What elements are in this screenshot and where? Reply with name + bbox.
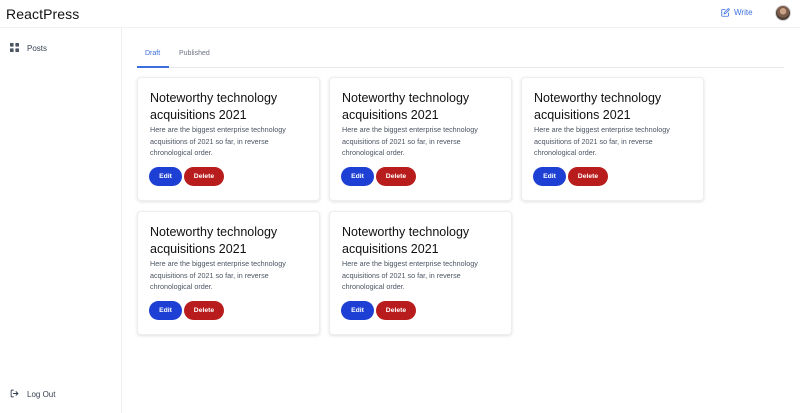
sidebar-item-label: Log Out xyxy=(27,390,56,399)
sidebar-item-label: Posts xyxy=(27,44,48,53)
delete-button[interactable]: Delete xyxy=(568,167,608,186)
delete-button[interactable]: Delete xyxy=(184,167,224,186)
sidebar-item-posts[interactable]: Posts xyxy=(10,43,47,54)
post-card: Noteworthy technology acquisitions 2021 … xyxy=(521,77,704,201)
post-description: Here are the biggest enterprise technolo… xyxy=(534,125,670,157)
tab-draft[interactable]: Draft xyxy=(145,50,160,57)
top-bar: ReactPress Write xyxy=(0,0,800,28)
pencil-square-icon xyxy=(721,8,730,17)
sidebar-item-logout[interactable]: Log Out xyxy=(10,389,55,400)
post-title: Noteworthy technology acquisitions 2021 xyxy=(342,225,470,256)
edit-button[interactable]: Edit xyxy=(533,167,566,186)
active-tab-indicator xyxy=(137,66,169,68)
post-description: Here are the biggest enterprise technolo… xyxy=(150,259,286,291)
write-button-label: Write xyxy=(734,8,753,17)
tab-published[interactable]: Published xyxy=(179,50,210,57)
logout-arrow-icon xyxy=(10,389,19,400)
post-card: Noteworthy technology acquisitions 2021 … xyxy=(329,211,512,335)
grid-icon xyxy=(10,43,19,54)
post-description: Here are the biggest enterprise technolo… xyxy=(342,125,478,157)
delete-button[interactable]: Delete xyxy=(184,301,224,320)
post-title: Noteworthy technology acquisitions 2021 xyxy=(342,91,470,122)
post-status-tabs: Draft Published xyxy=(137,40,784,68)
post-title: Noteworthy technology acquisitions 2021 xyxy=(150,225,278,256)
sidebar: Posts Log Out xyxy=(0,28,122,413)
edit-button[interactable]: Edit xyxy=(341,301,374,320)
post-card: Noteworthy technology acquisitions 2021 … xyxy=(137,77,320,201)
user-avatar[interactable] xyxy=(775,5,791,21)
post-card: Noteworthy technology acquisitions 2021 … xyxy=(137,211,320,335)
post-description: Here are the biggest enterprise technolo… xyxy=(150,125,286,157)
edit-button[interactable]: Edit xyxy=(149,301,182,320)
brand-logo-text[interactable]: ReactPress xyxy=(6,6,79,22)
delete-button[interactable]: Delete xyxy=(376,167,416,186)
post-title: Noteworthy technology acquisitions 2021 xyxy=(534,91,662,122)
write-button[interactable]: Write xyxy=(721,8,753,17)
post-title: Noteworthy technology acquisitions 2021 xyxy=(150,91,278,122)
edit-button[interactable]: Edit xyxy=(341,167,374,186)
post-description: Here are the biggest enterprise technolo… xyxy=(342,259,478,291)
delete-button[interactable]: Delete xyxy=(376,301,416,320)
edit-button[interactable]: Edit xyxy=(149,167,182,186)
post-card: Noteworthy technology acquisitions 2021 … xyxy=(329,77,512,201)
